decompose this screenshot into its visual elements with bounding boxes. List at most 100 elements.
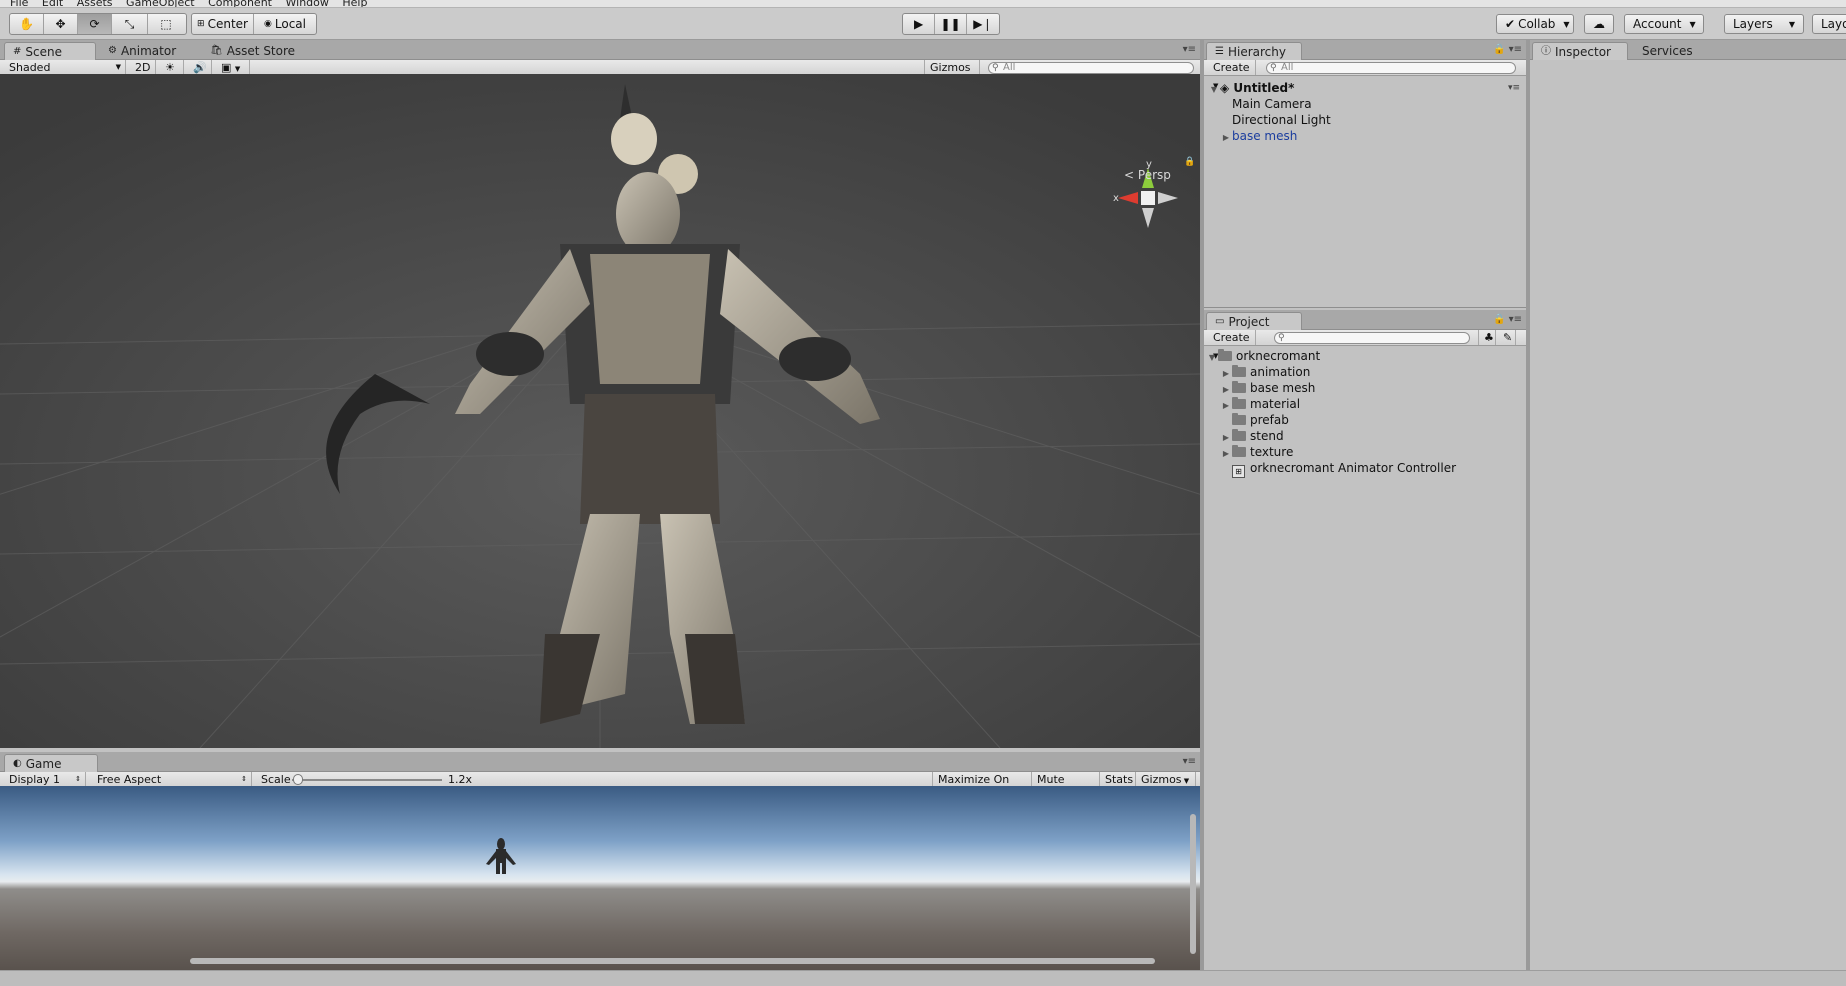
scale-slider-thumb[interactable] xyxy=(293,774,303,785)
horizontal-scrollbar[interactable] xyxy=(190,958,1155,964)
tab-services[interactable]: Services xyxy=(1634,42,1701,60)
menu-component[interactable]: Component xyxy=(208,0,272,7)
asset-label: orknecromant Animator Controller xyxy=(1250,461,1457,475)
project-asset-animator-controller[interactable]: ⊞ orknecromant Animator Controller xyxy=(1232,460,1457,478)
lock-icon[interactable]: 🔒 xyxy=(1184,156,1195,167)
rotate-tool-button[interactable]: ⟳ xyxy=(78,14,112,34)
rect-tool-icon: ⬚ xyxy=(160,17,172,31)
shading-label: Shaded xyxy=(9,61,51,74)
project-folder-stend[interactable]: ▶ stend xyxy=(1220,428,1284,444)
scene-search-input[interactable]: All xyxy=(988,62,1194,74)
project-folder-animation[interactable]: ▶ animation xyxy=(1220,364,1310,380)
caret-down-icon: ▼ xyxy=(1788,19,1795,29)
tab-hierarchy[interactable]: ☰ Hierarchy xyxy=(1206,42,1302,60)
inspector-tabbar: ⓘ Inspector Services xyxy=(1530,40,1846,60)
scale-tool-button[interactable]: ⤡ xyxy=(112,14,148,34)
pivot-local-button[interactable]: ◉ Local xyxy=(254,14,316,34)
rect-tool-button[interactable]: ⬚ xyxy=(148,14,184,34)
caret-down-icon: ▼ xyxy=(1689,19,1696,29)
panel-menu-icon[interactable]: ▾≡ xyxy=(1183,44,1196,55)
gizmos-dropdown[interactable]: Gizmos ▼ xyxy=(924,60,980,90)
project-folder-texture[interactable]: ▶ texture xyxy=(1220,444,1293,460)
panel-menu-icon[interactable]: ▾≡ xyxy=(1183,756,1196,767)
hierarchy-item-base-mesh[interactable]: ▶ base mesh xyxy=(1220,128,1297,144)
gizmos-label: Gizmos xyxy=(930,61,971,74)
panel-menu-icon[interactable]: 🔒 ▾≡ xyxy=(1493,314,1522,325)
scale-slider-track[interactable] xyxy=(292,779,442,781)
project-folder-material[interactable]: ▶ material xyxy=(1220,396,1300,412)
scene-menu-icon[interactable]: ▾≡ xyxy=(1508,83,1520,93)
hierarchy-item-main-camera[interactable]: Main Camera xyxy=(1232,96,1312,112)
tab-animator[interactable]: ⚙ Animator xyxy=(100,42,184,60)
step-icon: ▶❘ xyxy=(973,17,993,31)
aspect-dropdown[interactable]: Free Aspect ⇕ xyxy=(92,772,252,787)
audio-toggle[interactable]: 🔊 xyxy=(188,60,212,75)
menu-edit[interactable]: Edit xyxy=(42,0,63,7)
updown-icon: ⇕ xyxy=(241,775,247,783)
filter-type-button[interactable]: ♣ xyxy=(1478,330,1496,345)
move-tool-button[interactable]: ✥ xyxy=(44,14,78,34)
collapsed-arrow-icon[interactable]: ▶ xyxy=(1220,130,1232,146)
lighting-toggle[interactable]: ☀ xyxy=(160,60,184,75)
project-folder-prefab[interactable]: prefab xyxy=(1220,412,1289,428)
scene-root-row[interactable]: ▼ ◈ Untitled* xyxy=(1208,80,1294,96)
expanded-arrow-icon[interactable]: ▼ xyxy=(1206,350,1218,366)
project-create-dropdown[interactable]: Create ▼ xyxy=(1208,330,1256,360)
panel-menu-icon[interactable]: 🔒 ▾≡ xyxy=(1493,44,1522,55)
account-dropdown[interactable]: Account ▼ xyxy=(1624,14,1704,34)
layers-dropdown[interactable]: Layers ▼ xyxy=(1724,14,1804,34)
collab-dropdown[interactable]: ✔ Collab ▼ xyxy=(1496,14,1574,34)
stats-label: Stats xyxy=(1105,773,1134,786)
pause-button[interactable]: ❚❚ xyxy=(935,14,967,34)
move-icon: ✥ xyxy=(55,17,66,31)
hierarchy-item-label: base mesh xyxy=(1232,129,1298,143)
game-gizmos-label: Gizmos xyxy=(1141,773,1182,786)
maximize-on-play-toggle[interactable]: Maximize On Play xyxy=(932,772,1032,801)
menu-window[interactable]: Window xyxy=(286,0,329,7)
tab-inspector[interactable]: ⓘ Inspector xyxy=(1532,42,1628,60)
speaker-icon: 🔊 xyxy=(193,61,207,74)
menu-assets[interactable]: Assets xyxy=(77,0,113,7)
project-folder-base-mesh[interactable]: ▶ base mesh xyxy=(1220,380,1315,396)
tab-project[interactable]: ▭ Project xyxy=(1206,312,1302,330)
vertical-scrollbar[interactable] xyxy=(1190,814,1196,954)
display-dropdown[interactable]: Display 1 ⇕ xyxy=(4,772,86,787)
cloud-button[interactable]: ☁ xyxy=(1584,14,1614,34)
scene-viewport[interactable]: y x 🔒 < Persp xyxy=(0,74,1200,748)
expanded-arrow-icon[interactable]: ▼ xyxy=(1208,82,1220,98)
collapsed-arrow-icon[interactable]: ▶ xyxy=(1220,446,1232,462)
menu-gameobject[interactable]: GameObject xyxy=(126,0,195,7)
caret-down-icon: ▼ xyxy=(1563,19,1570,29)
project-root-folder[interactable]: ▼ orknecromant xyxy=(1206,348,1320,364)
effects-dropdown[interactable]: ▣ ▼ xyxy=(216,60,250,75)
layout-dropdown[interactable]: Layo xyxy=(1812,14,1846,34)
tab-inspector-label: Inspector xyxy=(1555,44,1611,59)
project-search-input[interactable] xyxy=(1274,332,1470,344)
hierarchy-item-directional-light[interactable]: Directional Light xyxy=(1232,112,1331,128)
store-icon: 🛍 xyxy=(210,45,223,56)
main-toolbar: ✋ ✥ ⟳ ⤡ ⬚ ⊞ Center ◉ Local ▶ ❚❚ ▶❘ ✔ Collab… xyxy=(0,8,1846,40)
pivot-center-button[interactable]: ⊞ Center xyxy=(192,14,254,34)
hierarchy-create-dropdown[interactable]: Create ▼ xyxy=(1208,60,1256,90)
persp-text: Persp xyxy=(1137,168,1171,182)
mute-audio-toggle[interactable]: Mute Audio xyxy=(1032,772,1100,801)
game-viewport[interactable] xyxy=(0,786,1200,970)
hand-tool-button[interactable]: ✋ xyxy=(10,14,44,34)
filter-label-button[interactable]: ✎ xyxy=(1498,330,1516,345)
tab-game[interactable]: ◐ Game xyxy=(4,754,98,772)
game-gizmos-dropdown[interactable]: Gizmos ▼ xyxy=(1136,772,1196,787)
stats-toggle[interactable]: Stats xyxy=(1100,772,1136,787)
shading-mode-dropdown[interactable]: Shaded ▼ xyxy=(4,60,126,75)
hierarchy-search-input[interactable]: All xyxy=(1266,62,1516,74)
tab-asset-store[interactable]: 🛍 Asset Store xyxy=(202,42,303,60)
menu-file[interactable]: File xyxy=(10,0,28,7)
gizmo-center[interactable] xyxy=(1141,191,1155,205)
perspective-label[interactable]: < Persp xyxy=(1124,168,1171,182)
folder-label: texture xyxy=(1250,445,1294,459)
step-button[interactable]: ▶❘ xyxy=(967,14,999,34)
toggle-2d-button[interactable]: 2D xyxy=(130,60,156,75)
info-icon: ⓘ xyxy=(1541,45,1551,57)
play-button[interactable]: ▶ xyxy=(903,14,936,34)
menu-help[interactable]: Help xyxy=(342,0,367,7)
tab-scene[interactable]: # Scene xyxy=(4,42,96,60)
